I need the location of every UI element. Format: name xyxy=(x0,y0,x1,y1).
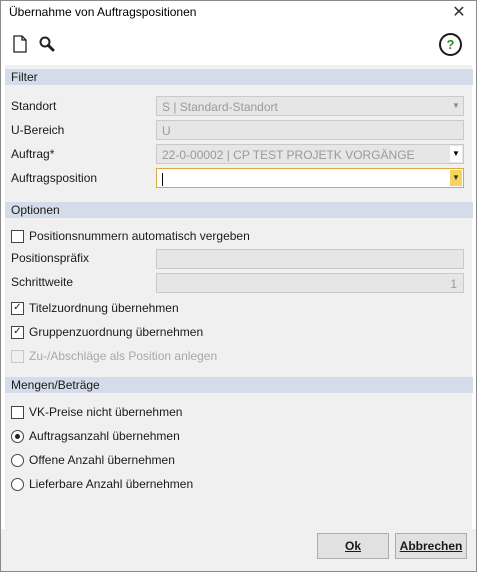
surcharge-label: Zu-/Abschläge als Position anlegen xyxy=(29,349,218,363)
group-assign-label: Gruppenzuordnung übernehmen xyxy=(29,325,204,339)
text-cursor xyxy=(162,173,163,187)
ubereich-field: U xyxy=(156,120,464,140)
surcharge-checkbox xyxy=(11,350,24,363)
auftragsposition-field[interactable]: ▼ xyxy=(156,168,464,188)
chevron-down-icon[interactable]: ▼ xyxy=(450,170,462,186)
title-bar: Übernahme von Auftragspositionen ✕ xyxy=(1,1,476,25)
ubereich-value: U xyxy=(162,124,171,138)
step-label: Schrittweite xyxy=(11,275,74,289)
section-mengen: Mengen/Beträge xyxy=(5,377,473,393)
step-field: 1 xyxy=(156,273,464,293)
chevron-down-icon: ▼ xyxy=(452,101,460,110)
chevron-down-icon[interactable]: ▼ xyxy=(450,146,462,162)
standort-label: Standort xyxy=(11,99,57,113)
cancel-button-label: Abbrechen xyxy=(399,539,463,553)
help-icon[interactable]: ? xyxy=(439,33,462,56)
close-icon[interactable]: ✕ xyxy=(450,2,468,22)
auftragsposition-label: Auftragsposition xyxy=(11,171,98,185)
standort-value: S | Standard-Standort xyxy=(162,100,278,114)
document-icon[interactable] xyxy=(12,35,30,53)
prefix-field xyxy=(156,249,464,269)
dialog-footer: Ok Abbrechen xyxy=(1,529,476,571)
auto-numbers-checkbox[interactable] xyxy=(11,230,24,243)
radio-offene-anzahl[interactable] xyxy=(11,454,24,467)
section-optionen: Optionen xyxy=(5,202,473,218)
section-filter: Filter xyxy=(5,69,473,85)
auto-numbers-label: Positionsnummern automatisch vergeben xyxy=(29,229,250,243)
prefix-label: Positionspräfix xyxy=(11,251,90,265)
ok-button-label: Ok xyxy=(344,539,361,553)
radio-offene-anzahl-label: Offene Anzahl übernehmen xyxy=(29,453,175,467)
vk-prices-checkbox[interactable] xyxy=(11,406,24,419)
ubereich-label: U-Bereich xyxy=(11,123,65,137)
ok-button[interactable]: Ok xyxy=(317,533,389,559)
radio-lieferbare-anzahl-label: Lieferbare Anzahl übernehmen xyxy=(29,477,194,491)
radio-lieferbare-anzahl[interactable] xyxy=(11,478,24,491)
auftrag-value: 22-0-00002 | CP TEST PROJETK VORGÄNGE xyxy=(162,148,415,162)
step-value: 1 xyxy=(450,277,457,291)
auftrag-field[interactable]: 22-0-00002 | CP TEST PROJETK VORGÄNGE ▼ xyxy=(156,144,464,164)
search-icon[interactable] xyxy=(38,35,56,53)
standort-field: S | Standard-Standort ▼ xyxy=(156,96,464,116)
radio-auftragsanzahl-label: Auftragsanzahl übernehmen xyxy=(29,429,180,443)
vk-prices-label: VK-Preise nicht übernehmen xyxy=(29,405,183,419)
title-assign-label: Titelzuordnung übernehmen xyxy=(29,301,179,315)
toolbar: ? xyxy=(1,25,476,61)
window-title: Übernahme von Auftragspositionen xyxy=(9,5,197,19)
radio-auftragsanzahl[interactable] xyxy=(11,430,24,443)
dialog-window: Übernahme von Auftragspositionen ✕ ? Fil… xyxy=(0,0,477,572)
auftrag-label: Auftrag* xyxy=(11,147,55,161)
group-assign-checkbox[interactable]: ✓ xyxy=(11,326,24,339)
dialog-content: Filter Standort S | Standard-Standort ▼ … xyxy=(5,65,473,529)
cancel-button[interactable]: Abbrechen xyxy=(395,533,467,559)
title-assign-checkbox[interactable]: ✓ xyxy=(11,302,24,315)
